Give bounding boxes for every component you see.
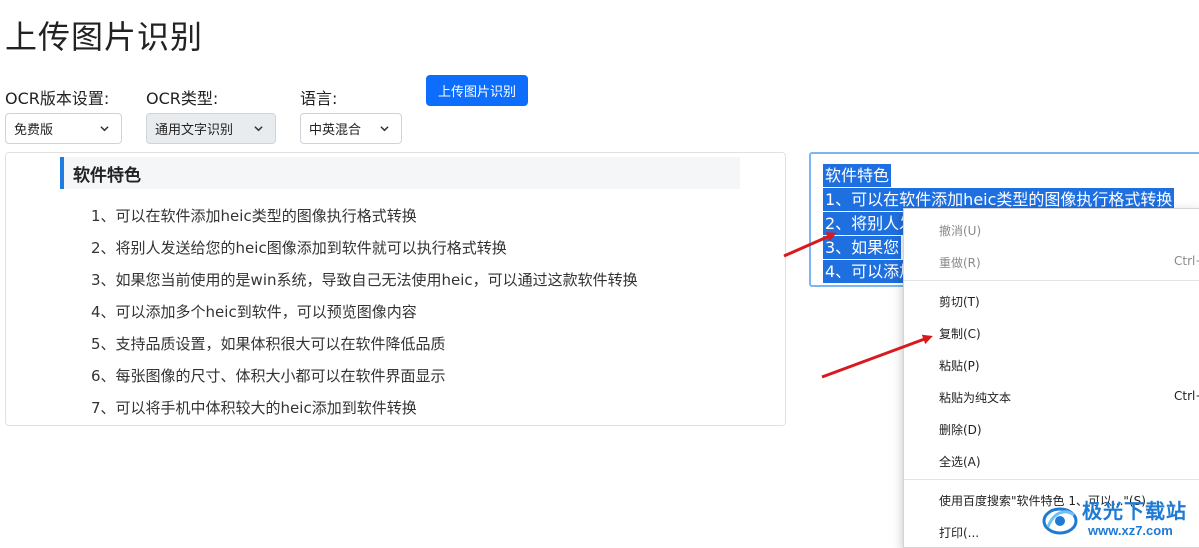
page-title: 上传图片识别: [5, 18, 204, 56]
preview-line: 3、如果您当前使用的是win系统，导致自己无法使用heic，可以通过这款软件转换: [91, 271, 638, 289]
menu-item-paste[interactable]: 粘贴(P): [939, 357, 980, 374]
preview-line: 1、可以在软件添加heic类型的图像执行格式转换: [91, 207, 417, 225]
language-value: 中英混合: [309, 123, 362, 138]
ocr-type-label: OCR类型:: [146, 89, 219, 108]
upload-recognize-button[interactable]: 上传图片识别: [426, 75, 528, 106]
menu-item-select-all[interactable]: 全选(A): [939, 453, 981, 470]
language-label: 语言:: [300, 89, 338, 108]
redo-shortcut: Ctrl+: [1174, 254, 1199, 268]
preview-heading: 软件特色: [60, 157, 740, 189]
image-preview-panel: 软件特色 1、可以在软件添加heic类型的图像执行格式转换 2、将别人发送给您的…: [5, 152, 786, 426]
menu-separator: [904, 280, 1199, 281]
chevron-down-icon: [254, 126, 263, 132]
ocr-version-select[interactable]: 免费版: [5, 113, 122, 144]
site-watermark: 极光下载站 www.xz7.com: [1040, 495, 1196, 543]
watermark-name: 极光下载站: [1082, 499, 1187, 523]
result-line: 软件特色: [823, 164, 892, 187]
menu-item-paste-plain[interactable]: 粘贴为纯文本: [939, 389, 1011, 406]
menu-item-undo[interactable]: 撤消(U): [939, 222, 981, 239]
ocr-version-value: 免费版: [14, 123, 54, 138]
result-line: 3、如果您: [823, 236, 902, 259]
chevron-down-icon: [100, 126, 109, 132]
paste-plain-shortcut: Ctrl+: [1174, 389, 1199, 403]
ocr-version-label: OCR版本设置:: [5, 89, 110, 108]
menu-item-delete[interactable]: 删除(D): [939, 421, 982, 438]
menu-item-print[interactable]: 打印(...: [939, 524, 979, 541]
chevron-down-icon: [380, 126, 389, 132]
ocr-type-select[interactable]: 通用文字识别: [146, 113, 276, 144]
watermark-url: www.xz7.com: [1088, 523, 1173, 538]
preview-line: 6、每张图像的尺寸、体积大小都可以在软件界面显示: [91, 367, 446, 385]
menu-item-redo[interactable]: 重做(R): [939, 254, 981, 271]
result-line: 1、可以在软件添加heic类型的图像执行格式转换: [823, 188, 1175, 211]
menu-separator: [904, 479, 1199, 480]
preview-line: 7、可以将手机中体积较大的heic添加到软件转换: [91, 399, 417, 417]
preview-line: 4、可以添加多个heic到软件，可以预览图像内容: [91, 303, 417, 321]
aurora-logo-icon: [1042, 507, 1078, 535]
menu-item-copy[interactable]: 复制(C): [939, 325, 981, 342]
preview-line: 5、支持品质设置，如果体积很大可以在软件降低品质: [91, 335, 446, 353]
language-select[interactable]: 中英混合: [300, 113, 402, 144]
menu-item-cut[interactable]: 剪切(T): [939, 293, 980, 310]
ocr-type-value: 通用文字识别: [155, 123, 234, 138]
preview-line: 2、将别人发送给您的heic图像添加到软件就可以执行格式转换: [91, 239, 507, 257]
